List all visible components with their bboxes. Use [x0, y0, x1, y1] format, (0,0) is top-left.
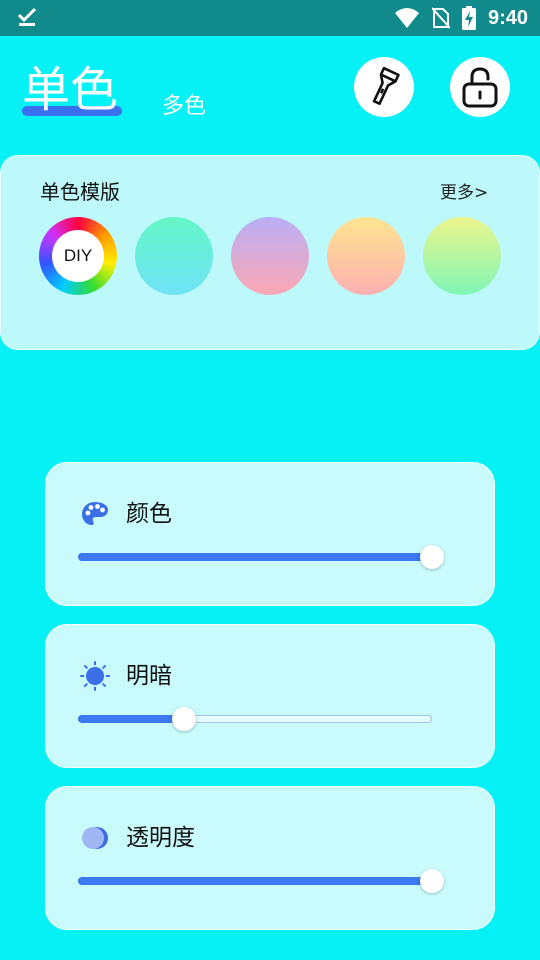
brightness-slider-track[interactable]	[77, 714, 432, 723]
template-swatch-3[interactable]	[327, 217, 405, 295]
flashlight-icon	[372, 67, 400, 105]
opacity-slider-fill	[77, 876, 432, 885]
battery-charging-icon	[461, 6, 476, 30]
opacity-slider-label: 透明度	[126, 825, 195, 851]
lock-icon	[462, 67, 498, 108]
lock-button[interactable]	[450, 57, 510, 117]
tab-single-color[interactable]: 单色	[22, 62, 118, 118]
status-time: 9:40	[487, 6, 528, 29]
brightness-slider-label: 明暗	[126, 663, 172, 689]
opacity-icon	[82, 827, 108, 849]
palette-icon	[82, 502, 108, 525]
no-sim-icon	[431, 7, 450, 29]
brightness-slider-fill	[77, 714, 184, 723]
diy-swatch[interactable]: DIY	[39, 217, 117, 295]
color-slider-fill	[77, 552, 432, 561]
opacity-slider-thumb[interactable]	[420, 869, 444, 893]
template-swatch-1[interactable]	[135, 217, 213, 295]
color-slider-thumb[interactable]	[420, 545, 444, 569]
color-slider-label: 颜色	[126, 501, 172, 527]
opacity-slider-card: 透明度	[45, 786, 495, 930]
status-icons: 9:40	[394, 0, 528, 36]
more-templates-link[interactable]: 更多>	[440, 178, 488, 203]
color-slider-track[interactable]	[77, 552, 432, 561]
template-section-title: 单色模版	[40, 180, 120, 204]
diy-label: DIY	[52, 230, 104, 282]
color-slider-card: 颜色	[45, 462, 495, 606]
sun-icon	[80, 661, 110, 691]
template-swatch-4[interactable]	[423, 217, 501, 295]
download-done-icon	[17, 7, 37, 26]
status-bar: 9:40	[0, 0, 540, 36]
opacity-slider-track[interactable]	[77, 876, 432, 885]
wifi-icon	[394, 8, 419, 28]
flashlight-button[interactable]	[354, 57, 414, 117]
template-swatch-2[interactable]	[231, 217, 309, 295]
brightness-slider-card: 明暗	[45, 624, 495, 768]
tab-multi-color[interactable]: 多色	[162, 88, 206, 120]
brightness-slider-thumb[interactable]	[172, 707, 197, 731]
